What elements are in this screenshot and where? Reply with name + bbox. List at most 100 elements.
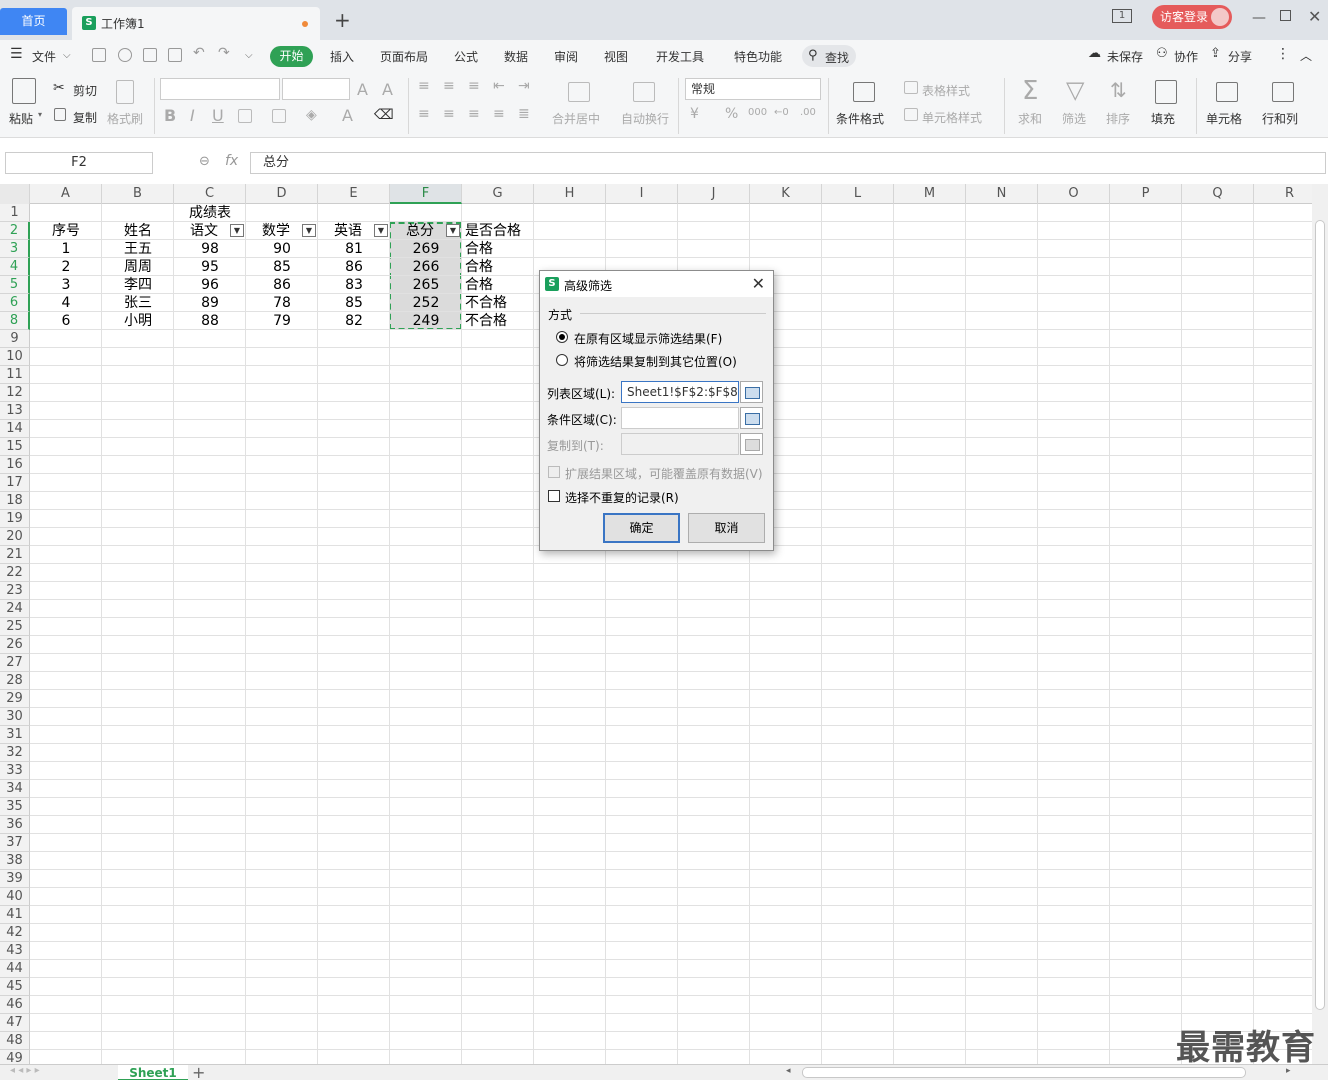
radio-copy-to-location[interactable] — [556, 354, 568, 366]
filter-active-icon[interactable]: ▼ — [446, 224, 460, 237]
data-cell[interactable]: 79 — [246, 312, 318, 330]
data-cell[interactable]: 81 — [318, 240, 390, 258]
row-header[interactable]: 10 — [0, 348, 30, 366]
font-color-icon[interactable]: A — [342, 106, 353, 125]
radio-copy-to-location-label[interactable]: 将筛选结果复制到其它位置(O) — [574, 353, 737, 370]
row-header[interactable]: 31 — [0, 726, 30, 744]
data-cell[interactable]: 2 — [30, 258, 102, 276]
column-header-k[interactable]: K — [750, 184, 822, 204]
share-button[interactable]: 分享 — [1228, 48, 1252, 65]
expand-result-label[interactable]: 扩展结果区域，可能覆盖原有数据(V) — [565, 465, 763, 482]
file-chevron-down-icon[interactable]: ⌵ — [63, 50, 71, 61]
row-header[interactable]: 15 — [0, 438, 30, 456]
data-cell[interactable]: 合格 — [465, 276, 537, 294]
menu-tab-view[interactable]: 视图 — [604, 48, 628, 65]
row-header[interactable]: 30 — [0, 708, 30, 726]
data-cell[interactable]: 不合格 — [465, 312, 537, 330]
close-icon[interactable]: ✕ — [752, 274, 765, 293]
document-tab[interactable]: S 工作簿1 — [72, 7, 320, 40]
number-format-select[interactable]: 常规 — [685, 78, 821, 100]
row-header[interactable]: 1 — [0, 204, 30, 222]
row-header[interactable]: 28 — [0, 672, 30, 690]
align-right-icon[interactable]: ≡ — [468, 106, 480, 122]
column-header-j[interactable]: J — [678, 184, 750, 204]
row-header[interactable]: 16 — [0, 456, 30, 474]
row-header[interactable]: 27 — [0, 654, 30, 672]
data-cell[interactable]: 周周 — [102, 258, 174, 276]
data-cell[interactable]: 4 — [30, 294, 102, 312]
zoom-icon[interactable]: ⊖ — [199, 154, 210, 169]
redo-icon[interactable]: ↷ — [218, 45, 230, 61]
name-box[interactable]: F2 — [5, 152, 153, 174]
header-cell[interactable]: 姓名 — [102, 222, 174, 240]
undo-icon[interactable]: ↶ — [193, 45, 205, 61]
thousands-icon[interactable]: 000 — [748, 107, 767, 118]
column-header-a[interactable]: A — [30, 184, 102, 204]
column-header-c[interactable]: C — [174, 184, 246, 204]
align-center-icon[interactable]: ≡ — [443, 106, 455, 122]
home-tab[interactable]: 首页 — [0, 8, 67, 35]
data-cell[interactable]: 小明 — [102, 312, 174, 330]
data-cell[interactable]: 95 — [174, 258, 246, 276]
row-header[interactable]: 3 — [0, 240, 30, 258]
underline-icon[interactable]: U — [212, 106, 224, 125]
formula-input[interactable]: 总分 — [250, 152, 1326, 174]
font-name-select[interactable] — [160, 78, 280, 100]
filter-dropdown-icon[interactable]: ▼ — [302, 224, 316, 237]
data-cell[interactable]: 89 — [174, 294, 246, 312]
indent-decrease-icon[interactable]: ⇤ — [493, 78, 505, 94]
paste-button[interactable]: 粘贴 — [9, 110, 33, 127]
data-cell[interactable]: 王五 — [102, 240, 174, 258]
list-range-input[interactable]: Sheet1!$F$2:$F$8 — [621, 381, 739, 403]
column-header-l[interactable]: L — [822, 184, 894, 204]
data-cell[interactable]: 78 — [246, 294, 318, 312]
row-header[interactable]: 38 — [0, 852, 30, 870]
row-header[interactable]: 20 — [0, 528, 30, 546]
sort-button[interactable]: 排序 — [1106, 110, 1130, 127]
border-icon[interactable] — [238, 109, 252, 123]
sheet-title-cell[interactable]: 成绩表 — [174, 204, 246, 222]
row-header[interactable]: 40 — [0, 888, 30, 906]
column-header-g[interactable]: G — [462, 184, 534, 204]
indent-increase-icon[interactable]: ⇥ — [518, 78, 530, 94]
dialog-title-bar[interactable]: S 高级筛选 ✕ — [540, 271, 773, 297]
header-cell[interactable]: 数学 — [246, 222, 306, 240]
row-header[interactable]: 48 — [0, 1032, 30, 1050]
data-cell[interactable]: 合格 — [465, 240, 537, 258]
wrap-text-button[interactable]: 自动换行 — [621, 110, 669, 127]
more-icon[interactable]: ⋮ — [1276, 46, 1290, 62]
data-cell[interactable]: 88 — [174, 312, 246, 330]
header-cell[interactable]: 总分 — [390, 222, 450, 240]
expand-result-checkbox[interactable] — [548, 466, 560, 478]
column-header-d[interactable]: D — [246, 184, 318, 204]
collaborate-button[interactable]: 协作 — [1174, 48, 1198, 65]
row-header[interactable]: 36 — [0, 816, 30, 834]
select-all-corner[interactable] — [0, 184, 30, 204]
quick-access-chevron-icon[interactable]: ⌵ — [245, 50, 253, 61]
row-header[interactable]: 47 — [0, 1014, 30, 1032]
new-tab-button[interactable]: + — [334, 8, 351, 32]
align-bottom-icon[interactable]: ≡ — [468, 78, 480, 94]
data-cell[interactable]: 85 — [318, 294, 390, 312]
data-cell[interactable]: 249 — [390, 312, 462, 330]
row-header[interactable]: 12 — [0, 384, 30, 402]
row-header[interactable]: 33 — [0, 762, 30, 780]
close-window-icon[interactable]: ✕ — [1308, 7, 1321, 26]
row-header[interactable]: 2 — [0, 222, 30, 240]
fill-pattern-icon[interactable] — [272, 109, 286, 123]
login-button[interactable]: 访客登录 — [1152, 5, 1232, 29]
column-header-o[interactable]: O — [1038, 184, 1110, 204]
print-preview-icon[interactable] — [168, 48, 182, 62]
cut-button[interactable]: 剪切 — [73, 82, 97, 99]
row-header[interactable]: 41 — [0, 906, 30, 924]
row-header[interactable]: 35 — [0, 798, 30, 816]
fx-icon[interactable]: fx — [225, 153, 238, 169]
fill-button[interactable]: 填充 — [1151, 110, 1175, 127]
bold-icon[interactable]: B — [164, 106, 176, 125]
font-size-select[interactable] — [282, 78, 350, 100]
column-header-b[interactable]: B — [102, 184, 174, 204]
data-cell[interactable]: 合格 — [465, 258, 537, 276]
percent-icon[interactable]: % — [725, 106, 738, 122]
conditional-format-button[interactable]: 条件格式 — [836, 110, 884, 127]
vertical-scroll-thumb[interactable] — [1315, 220, 1325, 1010]
